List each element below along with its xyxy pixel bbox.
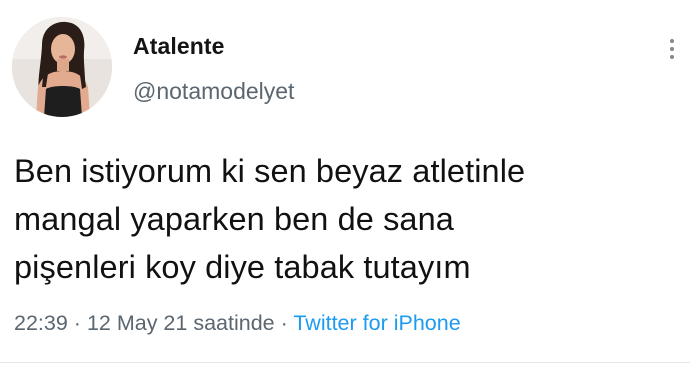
username[interactable]: @notamodelyet [133, 78, 294, 105]
more-dot [670, 47, 674, 51]
more-vertical-icon[interactable] [664, 36, 680, 62]
tweet-line: Ben istiyorum ki sen beyaz atletinle [14, 153, 526, 189]
tweet-source-link[interactable]: Twitter for iPhone [293, 311, 460, 335]
tweet-line: pişenleri koy diye tabak tutayım [14, 249, 471, 285]
display-name[interactable]: Atalente [133, 33, 225, 60]
tweet-date[interactable]: 12 May 21 saatinde [87, 311, 275, 335]
avatar-photo [12, 17, 112, 117]
tweet-time[interactable]: 22:39 [14, 311, 68, 335]
tweet-text: Ben istiyorum ki sen beyaz atletinle man… [14, 147, 674, 291]
tweet-line: mangal yaparken ben de sana [14, 201, 454, 237]
meta-separator: · [280, 311, 288, 335]
tweet-card: Atalente @notamodelyet Ben istiyorum ki … [0, 0, 690, 372]
more-dot [670, 55, 674, 59]
meta-separator: · [73, 311, 81, 335]
divider [0, 362, 690, 363]
avatar[interactable] [12, 17, 112, 117]
tweet-meta: 22:39 · 12 May 21 saatinde · Twitter for… [14, 311, 461, 336]
more-dot [670, 39, 674, 43]
